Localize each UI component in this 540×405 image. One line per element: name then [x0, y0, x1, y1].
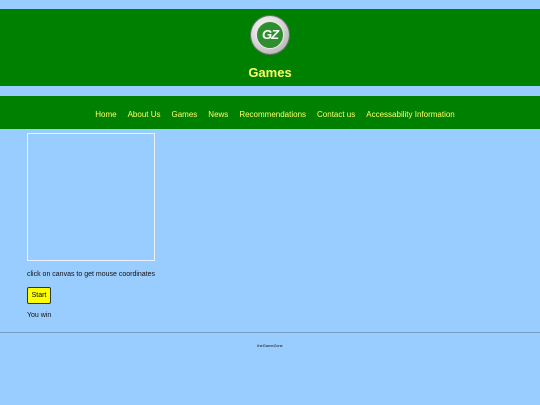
- start-button[interactable]: Start: [27, 287, 51, 304]
- gz-logo-text: GZ: [256, 21, 284, 49]
- nav-link-contact-us[interactable]: Contact us: [317, 110, 355, 119]
- game-result-text: You win: [27, 312, 52, 319]
- footer-text: theGameZone: [257, 343, 283, 348]
- nav-link-games[interactable]: Games: [172, 110, 198, 119]
- page-title: Games: [248, 65, 292, 80]
- nav-link-home[interactable]: Home: [95, 110, 116, 119]
- main-navigation: Home About Us Games News Recommendations…: [0, 96, 540, 129]
- canvas-instruction: click on canvas to get mouse coordinates: [27, 271, 156, 278]
- nav-link-accessability-information[interactable]: Accessability Information: [366, 110, 454, 119]
- gz-logo-icon: GZ: [251, 16, 289, 54]
- nav-list: Home About Us Games News Recommendations…: [0, 96, 540, 129]
- game-canvas[interactable]: [27, 133, 155, 261]
- nav-link-recommendations[interactable]: Recommendations: [239, 110, 306, 119]
- footer-divider: [0, 332, 540, 333]
- site-header: GZ Games: [0, 9, 540, 86]
- nav-link-news[interactable]: News: [208, 110, 228, 119]
- nav-link-about-us[interactable]: About Us: [128, 110, 161, 119]
